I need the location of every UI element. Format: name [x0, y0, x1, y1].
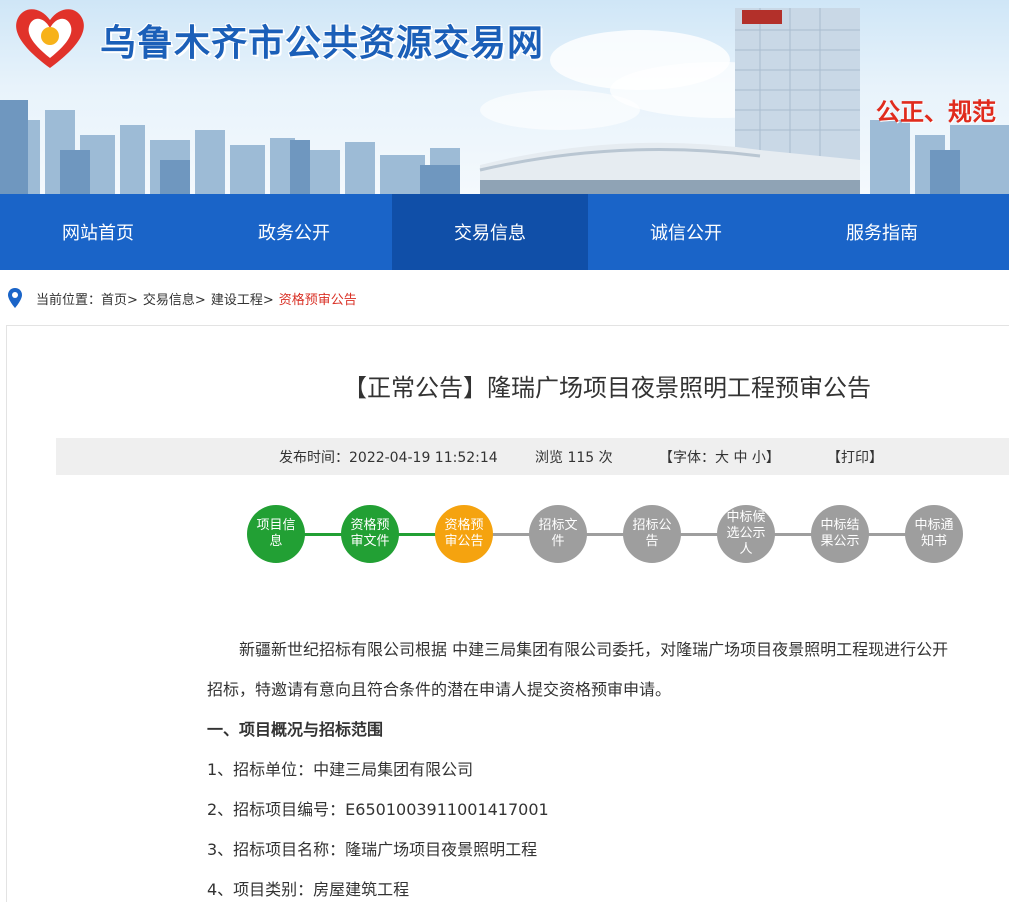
article-meta-bar: 发布时间：2022-04-19 11:52:14 浏览 115 次 【字体：大 …	[56, 438, 1009, 475]
step-prequal-docs[interactable]: 资格预审文件	[341, 505, 399, 563]
site-slogan: 公正、规范	[876, 98, 996, 126]
main-nav: 网站首页 政务公开 交易信息 诚信公开 服务指南	[0, 194, 1009, 270]
step-label: 招标公告	[632, 518, 672, 549]
nav-item-government[interactable]: 政务公开	[196, 194, 392, 270]
article-paragraph: 4、项目类别：房屋建筑工程	[207, 880, 410, 899]
article-title: 【正常公告】隆瑞广场项目夜景照明工程预审公告	[343, 374, 871, 402]
breadcrumb-current[interactable]: 资格预审公告	[279, 289, 357, 308]
step-label: 中标候选公示人	[726, 510, 766, 557]
breadcrumb-link-construction[interactable]: 建设工程>	[211, 289, 274, 308]
print-button[interactable]: 【打印】	[827, 447, 883, 467]
step-label: 资格预审公告	[444, 518, 484, 549]
heart-logo-icon	[16, 9, 84, 69]
nav-item-credit[interactable]: 诚信公开	[588, 194, 784, 270]
breadcrumb-prefix: 当前位置：	[36, 292, 102, 308]
step-candidate-publicity[interactable]: 中标候选公示人	[717, 505, 775, 563]
breadcrumb: 当前位置： 首页> 交易信息> 建设工程> 资格预审公告	[8, 287, 357, 309]
step-result-publicity[interactable]: 中标结果公示	[811, 505, 869, 563]
step-label: 中标结果公示	[820, 518, 860, 549]
article-paragraph: 招标，特邀请有意向且符合条件的潜在申请人提交资格预审申请。	[207, 680, 672, 699]
font-size-switch[interactable]: 【字体：大 中 小】	[659, 447, 780, 467]
step-award-notice[interactable]: 中标通知书	[905, 505, 963, 563]
step-label: 资格预审文件	[350, 518, 390, 549]
nav-item-trade-info[interactable]: 交易信息	[392, 194, 588, 270]
step-label: 项目信息	[256, 518, 296, 549]
location-pin-icon	[8, 288, 22, 308]
progress-steps: 项目信息 资格预审文件 资格预审公告 招标文件 招标公告 中标候选公示人 中标结…	[0, 500, 1009, 570]
breadcrumb-link-home[interactable]: 首页>	[101, 289, 138, 308]
article-paragraph: 新疆新世纪招标有限公司根据 中建三局集团有限公司委托，对隆瑞广场项目夜景照明工程…	[207, 640, 949, 659]
article-paragraph: 2、招标项目编号：E6501003911001417001	[207, 800, 549, 819]
step-label: 中标通知书	[914, 518, 954, 549]
section-heading: 一、项目概况与招标范围	[207, 720, 384, 739]
article-paragraph: 1、招标单位：中建三局集团有限公司	[207, 760, 474, 779]
nav-item-service-guide[interactable]: 服务指南	[784, 194, 980, 270]
site-banner: 乌鲁木齐市公共资源交易网 公正、规范	[0, 0, 1009, 194]
article-paragraph: 3、招标项目名称：隆瑞广场项目夜景照明工程	[207, 840, 538, 859]
step-tender-notice[interactable]: 招标公告	[623, 505, 681, 563]
nav-item-home[interactable]: 网站首页	[0, 194, 196, 270]
site-title: 乌鲁木齐市公共资源交易网	[100, 23, 545, 64]
view-count: 浏览 115 次	[535, 449, 613, 466]
step-tender-docs[interactable]: 招标文件	[529, 505, 587, 563]
publish-time: 发布时间：2022-04-19 11:52:14	[279, 449, 498, 466]
step-prequal-notice[interactable]: 资格预审公告	[435, 505, 493, 563]
step-project-info[interactable]: 项目信息	[247, 505, 305, 563]
breadcrumb-link-trade-info[interactable]: 交易信息>	[143, 289, 206, 308]
step-label: 招标文件	[538, 518, 578, 549]
